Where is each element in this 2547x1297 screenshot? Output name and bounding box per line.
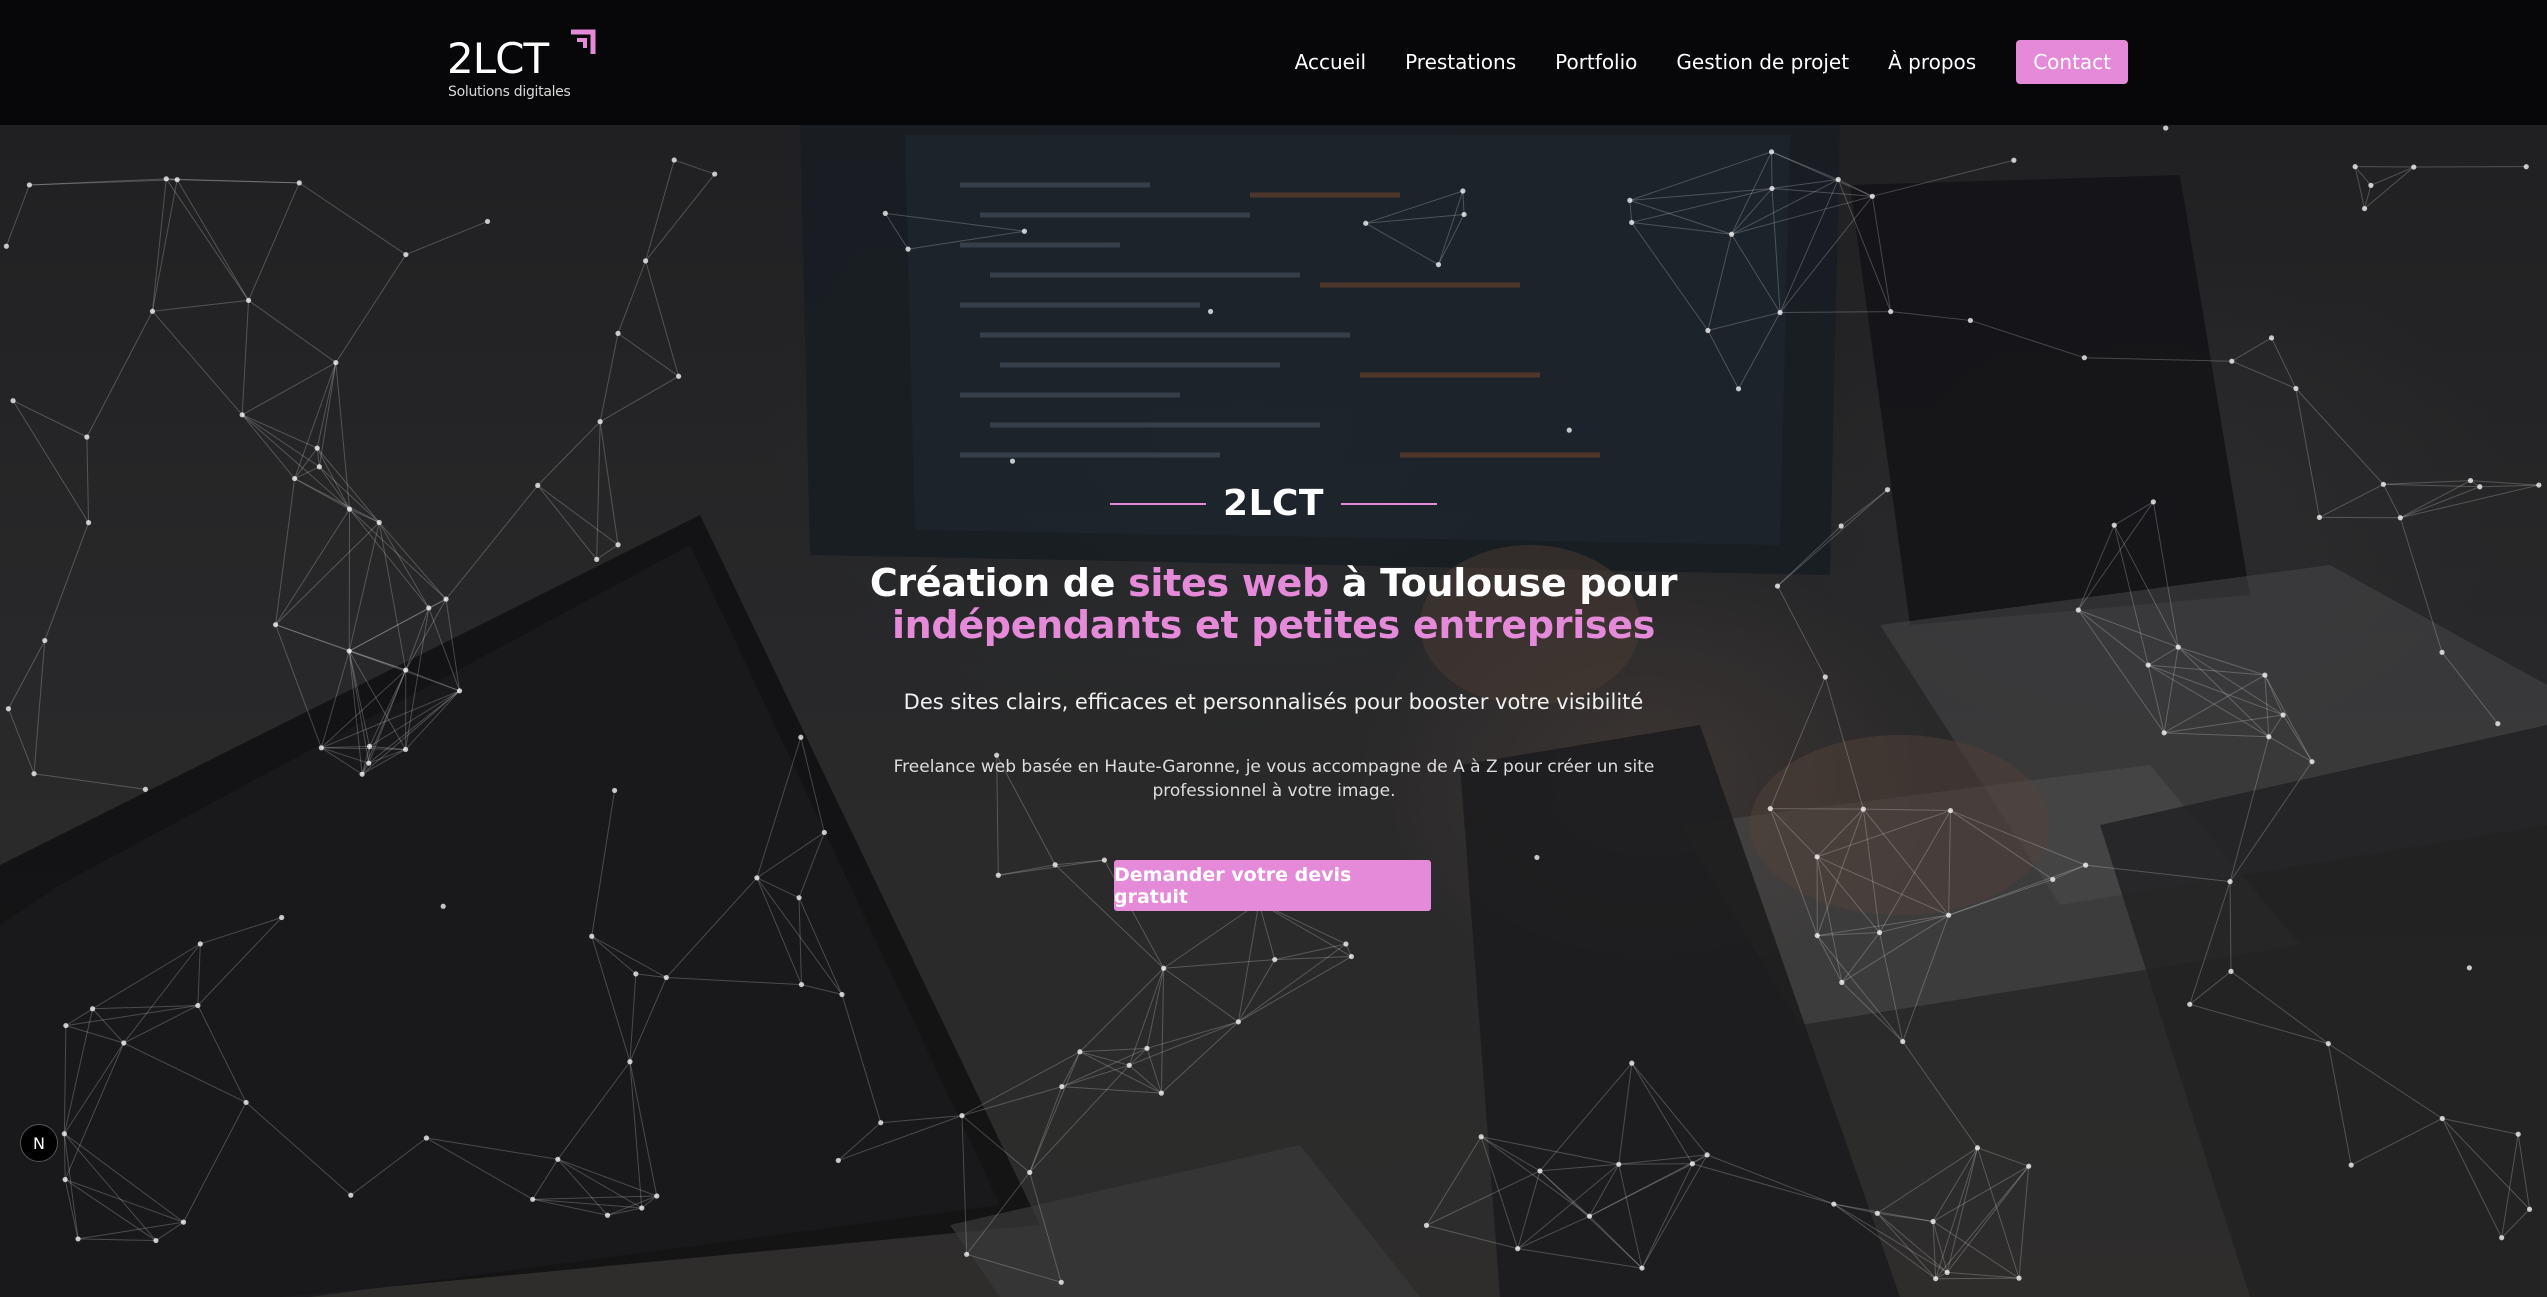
- logo-name: 2LCT: [447, 34, 549, 83]
- title-part-2: à Toulouse pour: [1328, 561, 1678, 605]
- hero-title: Création de sites web à Toulouse pour in…: [0, 562, 2547, 646]
- nav-item-accueil[interactable]: Accueil: [1295, 50, 1366, 74]
- nav-item-prestations[interactable]: Prestations: [1405, 50, 1516, 74]
- nav-item-a-propos[interactable]: À propos: [1888, 50, 1976, 74]
- hero-brand-row: 2LCT: [0, 483, 2547, 524]
- site-logo[interactable]: 2LCT Solutions digitales: [447, 28, 607, 103]
- quote-request-button[interactable]: Demander votre devis gratuit: [1114, 860, 1431, 911]
- title-highlight-2: indépendants et petites entreprises: [891, 603, 1656, 647]
- main-nav: Accueil Prestations Portfolio Gestion de…: [1256, 40, 2128, 84]
- site-header: 2LCT Solutions digitales Accueil Prestat…: [0, 0, 2547, 125]
- divider-right: [1340, 502, 1437, 505]
- nav-item-gestion-de-projet[interactable]: Gestion de projet: [1676, 50, 1849, 74]
- title-part-1: Création de: [869, 561, 1129, 605]
- divider-left: [1110, 502, 1207, 505]
- corner-arrow-icon: [571, 29, 596, 54]
- hero-description: Freelance web basée en Haute-Garonne, je…: [893, 757, 1655, 801]
- hero-section: 2LCT Création de sites web à Toulouse po…: [0, 125, 2547, 1297]
- title-highlight-1: sites web: [1128, 561, 1329, 605]
- contact-button[interactable]: Contact: [2016, 40, 2128, 84]
- hero-subtitle: Des sites clairs, efficaces et personnal…: [903, 690, 1644, 714]
- hero-content: 2LCT Création de sites web à Toulouse po…: [0, 125, 2547, 1297]
- logo-tagline: Solutions digitales: [448, 84, 571, 100]
- hero-brand: 2LCT: [1223, 483, 1324, 524]
- nextjs-icon[interactable]: N: [20, 1124, 58, 1162]
- nav-item-portfolio[interactable]: Portfolio: [1555, 50, 1637, 74]
